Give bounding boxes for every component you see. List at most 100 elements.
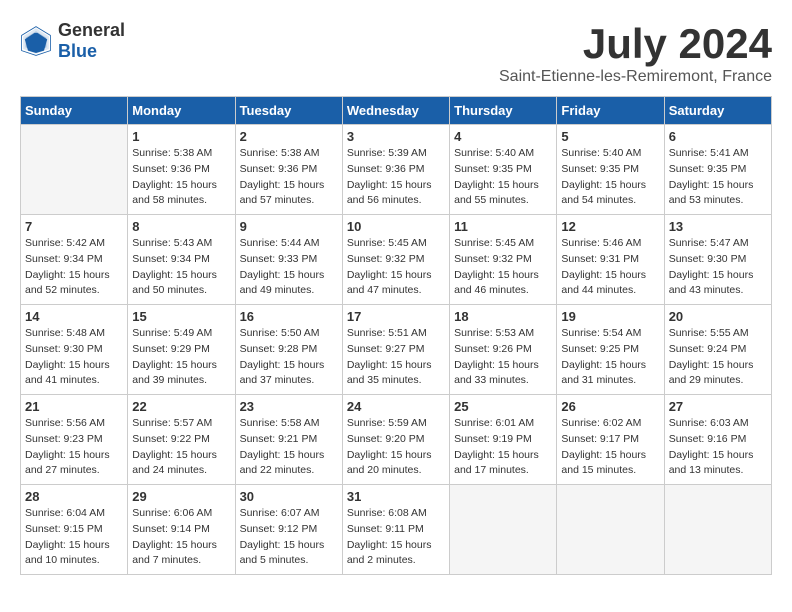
sunset: Sunset: 9:30 PM <box>669 253 747 265</box>
calendar-cell: 9 Sunrise: 5:44 AM Sunset: 9:33 PM Dayli… <box>235 215 342 305</box>
sunset: Sunset: 9:11 PM <box>347 523 424 535</box>
calendar-cell: 12 Sunrise: 5:46 AM Sunset: 9:31 PM Dayl… <box>557 215 664 305</box>
day-number: 18 <box>454 309 552 324</box>
daylight: Daylight: 15 hours and 55 minutes. <box>454 179 539 207</box>
calendar-week-3: 14 Sunrise: 5:48 AM Sunset: 9:30 PM Dayl… <box>21 305 772 395</box>
day-info: Sunrise: 5:47 AM Sunset: 9:30 PM Dayligh… <box>669 236 767 299</box>
sunrise: Sunrise: 5:46 AM <box>561 237 641 249</box>
sunrise: Sunrise: 5:43 AM <box>132 237 212 249</box>
sunset: Sunset: 9:35 PM <box>561 163 639 175</box>
day-number: 7 <box>25 219 123 234</box>
calendar-cell: 20 Sunrise: 5:55 AM Sunset: 9:24 PM Dayl… <box>664 305 771 395</box>
calendar-cell: 28 Sunrise: 6:04 AM Sunset: 9:15 PM Dayl… <box>21 485 128 575</box>
day-number: 14 <box>25 309 123 324</box>
sunset: Sunset: 9:30 PM <box>25 343 103 355</box>
calendar-cell: 16 Sunrise: 5:50 AM Sunset: 9:28 PM Dayl… <box>235 305 342 395</box>
sunset: Sunset: 9:34 PM <box>132 253 210 265</box>
sunrise: Sunrise: 5:39 AM <box>347 147 427 159</box>
sunrise: Sunrise: 5:48 AM <box>25 327 105 339</box>
calendar-header-row: SundayMondayTuesdayWednesdayThursdayFrid… <box>21 97 772 125</box>
daylight: Daylight: 15 hours and 27 minutes. <box>25 449 110 477</box>
day-number: 30 <box>240 489 338 504</box>
calendar-cell: 3 Sunrise: 5:39 AM Sunset: 9:36 PM Dayli… <box>342 125 449 215</box>
sunset: Sunset: 9:19 PM <box>454 433 532 445</box>
sunrise: Sunrise: 5:40 AM <box>454 147 534 159</box>
sunset: Sunset: 9:21 PM <box>240 433 318 445</box>
day-number: 9 <box>240 219 338 234</box>
day-info: Sunrise: 5:49 AM Sunset: 9:29 PM Dayligh… <box>132 326 230 389</box>
day-info: Sunrise: 5:56 AM Sunset: 9:23 PM Dayligh… <box>25 416 123 479</box>
sunset: Sunset: 9:28 PM <box>240 343 318 355</box>
sunset: Sunset: 9:36 PM <box>347 163 425 175</box>
day-info: Sunrise: 5:53 AM Sunset: 9:26 PM Dayligh… <box>454 326 552 389</box>
sunrise: Sunrise: 5:50 AM <box>240 327 320 339</box>
calendar-week-4: 21 Sunrise: 5:56 AM Sunset: 9:23 PM Dayl… <box>21 395 772 485</box>
daylight: Daylight: 15 hours and 29 minutes. <box>669 359 754 387</box>
calendar-week-2: 7 Sunrise: 5:42 AM Sunset: 9:34 PM Dayli… <box>21 215 772 305</box>
sunset: Sunset: 9:23 PM <box>25 433 103 445</box>
daylight: Daylight: 15 hours and 43 minutes. <box>669 269 754 297</box>
sunset: Sunset: 9:35 PM <box>669 163 747 175</box>
day-info: Sunrise: 5:48 AM Sunset: 9:30 PM Dayligh… <box>25 326 123 389</box>
calendar-header-wednesday: Wednesday <box>342 97 449 125</box>
day-number: 16 <box>240 309 338 324</box>
day-number: 15 <box>132 309 230 324</box>
logo-icon <box>20 25 52 57</box>
day-info: Sunrise: 5:55 AM Sunset: 9:24 PM Dayligh… <box>669 326 767 389</box>
day-info: Sunrise: 5:40 AM Sunset: 9:35 PM Dayligh… <box>454 146 552 209</box>
calendar-cell: 30 Sunrise: 6:07 AM Sunset: 9:12 PM Dayl… <box>235 485 342 575</box>
daylight: Daylight: 15 hours and 33 minutes. <box>454 359 539 387</box>
calendar-cell: 1 Sunrise: 5:38 AM Sunset: 9:36 PM Dayli… <box>128 125 235 215</box>
day-info: Sunrise: 6:08 AM Sunset: 9:11 PM Dayligh… <box>347 506 445 569</box>
daylight: Daylight: 15 hours and 10 minutes. <box>25 539 110 567</box>
calendar: SundayMondayTuesdayWednesdayThursdayFrid… <box>20 96 772 575</box>
daylight: Daylight: 15 hours and 49 minutes. <box>240 269 325 297</box>
day-info: Sunrise: 5:38 AM Sunset: 9:36 PM Dayligh… <box>240 146 338 209</box>
day-number: 17 <box>347 309 445 324</box>
day-info: Sunrise: 5:41 AM Sunset: 9:35 PM Dayligh… <box>669 146 767 209</box>
sunset: Sunset: 9:31 PM <box>561 253 639 265</box>
daylight: Daylight: 15 hours and 31 minutes. <box>561 359 646 387</box>
calendar-header-friday: Friday <box>557 97 664 125</box>
sunset: Sunset: 9:24 PM <box>669 343 747 355</box>
sunrise: Sunrise: 5:54 AM <box>561 327 641 339</box>
sunrise: Sunrise: 5:51 AM <box>347 327 427 339</box>
sunrise: Sunrise: 5:45 AM <box>454 237 534 249</box>
day-info: Sunrise: 5:46 AM Sunset: 9:31 PM Dayligh… <box>561 236 659 299</box>
day-info: Sunrise: 5:45 AM Sunset: 9:32 PM Dayligh… <box>347 236 445 299</box>
daylight: Daylight: 15 hours and 13 minutes. <box>669 449 754 477</box>
day-info: Sunrise: 5:42 AM Sunset: 9:34 PM Dayligh… <box>25 236 123 299</box>
sunset: Sunset: 9:32 PM <box>347 253 425 265</box>
day-number: 22 <box>132 399 230 414</box>
calendar-cell: 23 Sunrise: 5:58 AM Sunset: 9:21 PM Dayl… <box>235 395 342 485</box>
day-number: 21 <box>25 399 123 414</box>
sunset: Sunset: 9:25 PM <box>561 343 639 355</box>
calendar-cell: 26 Sunrise: 6:02 AM Sunset: 9:17 PM Dayl… <box>557 395 664 485</box>
sunrise: Sunrise: 5:38 AM <box>132 147 212 159</box>
calendar-cell <box>450 485 557 575</box>
day-number: 31 <box>347 489 445 504</box>
daylight: Daylight: 15 hours and 57 minutes. <box>240 179 325 207</box>
title-section: July 2024 Saint-Etienne-les-Remiremont, … <box>499 20 772 86</box>
day-number: 29 <box>132 489 230 504</box>
day-number: 12 <box>561 219 659 234</box>
calendar-week-1: 1 Sunrise: 5:38 AM Sunset: 9:36 PM Dayli… <box>21 125 772 215</box>
daylight: Daylight: 15 hours and 47 minutes. <box>347 269 432 297</box>
sunrise: Sunrise: 6:08 AM <box>347 507 427 519</box>
day-info: Sunrise: 6:01 AM Sunset: 9:19 PM Dayligh… <box>454 416 552 479</box>
sunrise: Sunrise: 6:02 AM <box>561 417 641 429</box>
day-number: 1 <box>132 129 230 144</box>
day-info: Sunrise: 5:39 AM Sunset: 9:36 PM Dayligh… <box>347 146 445 209</box>
sunset: Sunset: 9:14 PM <box>132 523 210 535</box>
day-number: 19 <box>561 309 659 324</box>
logo-blue: Blue <box>58 41 97 61</box>
day-info: Sunrise: 5:59 AM Sunset: 9:20 PM Dayligh… <box>347 416 445 479</box>
day-number: 24 <box>347 399 445 414</box>
calendar-header-saturday: Saturday <box>664 97 771 125</box>
day-number: 11 <box>454 219 552 234</box>
daylight: Daylight: 15 hours and 54 minutes. <box>561 179 646 207</box>
day-number: 28 <box>25 489 123 504</box>
day-number: 4 <box>454 129 552 144</box>
day-info: Sunrise: 6:07 AM Sunset: 9:12 PM Dayligh… <box>240 506 338 569</box>
sunrise: Sunrise: 6:03 AM <box>669 417 749 429</box>
